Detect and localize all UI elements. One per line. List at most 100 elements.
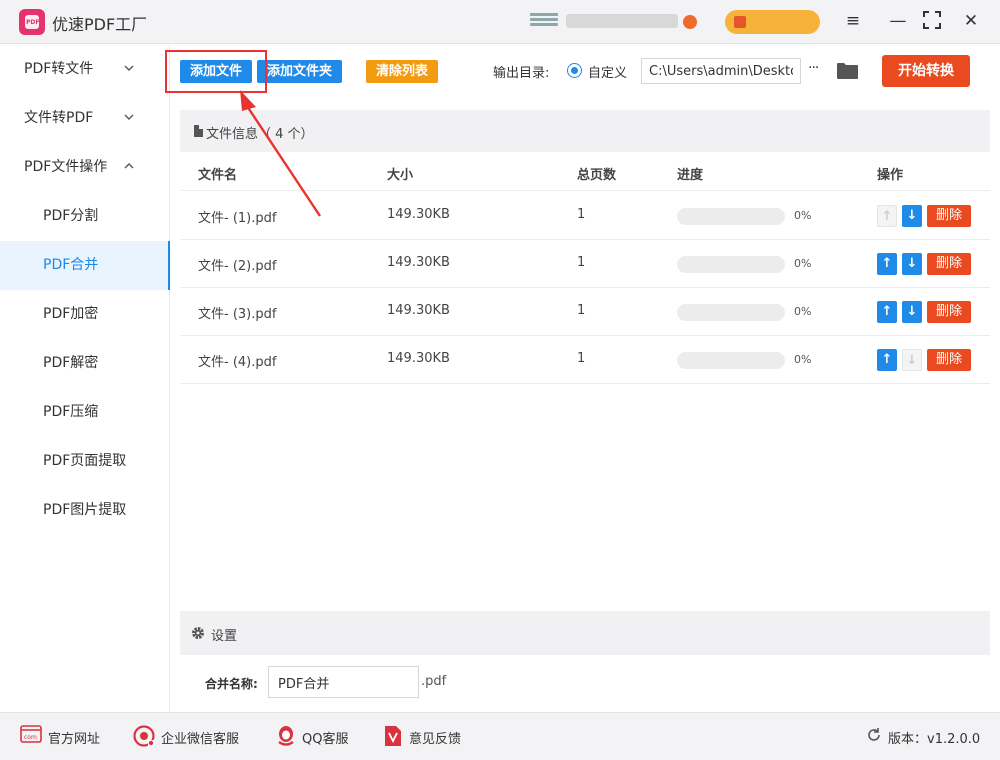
footer: com 官方网址 企业微信客服 QQ客服 意见反馈 版本：v1.2.0.0 bbox=[0, 712, 1000, 760]
website-icon: com bbox=[20, 725, 42, 747]
settings-header: 设置 bbox=[180, 611, 990, 655]
delete-button[interactable]: 删除 bbox=[927, 253, 971, 275]
file-name-cell: 文件- (2).pdf bbox=[198, 259, 277, 274]
merge-name-input[interactable] bbox=[268, 666, 419, 698]
sidebar-item-pdf-encrypt[interactable]: PDF加密 bbox=[0, 290, 169, 339]
sidebar-item-pdf-merge[interactable]: PDF合并 bbox=[0, 241, 170, 290]
clear-list-button[interactable]: 清除列表 bbox=[366, 60, 438, 83]
column-header: 进度 bbox=[677, 168, 704, 183]
move-down-button[interactable]: ↓ bbox=[902, 301, 922, 323]
custom-dir-radio-label[interactable]: 自定义 bbox=[588, 62, 627, 81]
file-size-cell: 149.30KB bbox=[387, 207, 450, 222]
column-header: 操作 bbox=[877, 168, 904, 183]
sidebar-item-pdf-page-extract[interactable]: PDF页面提取 bbox=[0, 437, 169, 486]
file-size-cell: 149.30KB bbox=[387, 351, 450, 366]
sidebar-item-pdf-split[interactable]: PDF分割 bbox=[0, 192, 169, 241]
sidebar-group-pdf-operations[interactable]: PDF文件操作 bbox=[0, 143, 169, 192]
sidebar-item-pdf-image-extract[interactable]: PDF图片提取 bbox=[0, 486, 169, 535]
refresh-icon[interactable] bbox=[866, 727, 882, 747]
svg-text:com: com bbox=[24, 734, 37, 741]
gear-icon bbox=[191, 626, 205, 640]
wechat-support-link[interactable]: 企业微信客服 bbox=[161, 728, 239, 747]
app-logo-icon: PDF bbox=[19, 9, 45, 35]
qq-support-link[interactable]: QQ客服 bbox=[302, 728, 348, 747]
move-down-button[interactable]: ↓ bbox=[902, 205, 922, 227]
file-size-cell: 149.30KB bbox=[387, 303, 450, 318]
close-icon[interactable]: ✕ bbox=[961, 11, 981, 31]
move-up-button[interactable]: ↑ bbox=[877, 205, 897, 227]
sidebar-item-pdf-compress[interactable]: PDF压缩 bbox=[0, 388, 169, 437]
add-folder-button[interactable]: 添加文件夹 bbox=[257, 60, 342, 83]
sidebar-item-label: PDF合并 bbox=[43, 257, 99, 273]
move-up-button[interactable]: ↑ bbox=[877, 301, 897, 323]
hamburger-icon[interactable]: ≡ bbox=[843, 11, 863, 31]
page-count-cell: 1 bbox=[577, 255, 586, 270]
vip-button[interactable] bbox=[725, 10, 820, 34]
custom-dir-radio[interactable] bbox=[567, 63, 582, 78]
table-row: 文件- (4).pdf 149.30KB 1 0% ↑ ↓ 删除 bbox=[180, 336, 990, 384]
page-count-cell: 1 bbox=[577, 351, 586, 366]
sidebar-group-pdf-to-file[interactable]: PDF转文件 bbox=[0, 45, 169, 94]
file-size-cell: 149.30KB bbox=[387, 255, 450, 270]
sidebar-item-label: PDF分割 bbox=[43, 208, 99, 224]
delete-button[interactable]: 删除 bbox=[927, 205, 971, 227]
feedback-link[interactable]: 意见反馈 bbox=[409, 728, 461, 747]
wechat-icon bbox=[133, 725, 155, 751]
more-options-icon[interactable]: ··· bbox=[808, 60, 819, 76]
progress-bar bbox=[677, 352, 785, 369]
feedback-icon bbox=[384, 725, 402, 751]
move-down-button[interactable]: ↓ bbox=[902, 349, 922, 371]
column-header: 总页数 bbox=[577, 168, 617, 183]
sidebar-group-label: PDF转文件 bbox=[24, 61, 94, 77]
user-avatar-icon[interactable] bbox=[530, 13, 558, 31]
settings-title: 设置 bbox=[211, 629, 238, 644]
chevron-down-icon bbox=[124, 94, 134, 143]
user-name[interactable] bbox=[566, 14, 678, 28]
output-dir-label: 输出目录: bbox=[493, 66, 550, 81]
fullscreen-icon[interactable] bbox=[922, 11, 942, 31]
sidebar-item-label: PDF压缩 bbox=[43, 404, 99, 420]
file-panel-header: 文件信息（ 4 个） bbox=[180, 110, 990, 152]
website-link[interactable]: 官方网址 bbox=[48, 728, 100, 747]
file-panel: 文件信息（ 4 个） 文件名 大小 总页数 进度 操作 文件- (1).pdf … bbox=[180, 110, 990, 610]
chevron-up-icon bbox=[124, 143, 134, 192]
progress-bar bbox=[677, 304, 785, 321]
file-name-cell: 文件- (1).pdf bbox=[198, 211, 277, 226]
sidebar-item-label: PDF解密 bbox=[43, 355, 99, 371]
sidebar-item-label: PDF图片提取 bbox=[43, 502, 127, 518]
sidebar-item-pdf-decrypt[interactable]: PDF解密 bbox=[0, 339, 169, 388]
vip-badge-icon bbox=[683, 15, 697, 29]
folder-icon[interactable] bbox=[837, 62, 858, 79]
sidebar-group-label: 文件转PDF bbox=[24, 110, 94, 126]
progress-percent: 0% bbox=[794, 353, 812, 366]
progress-percent: 0% bbox=[794, 305, 812, 318]
highlight-box bbox=[165, 50, 267, 93]
table-header: 文件名 大小 总页数 进度 操作 bbox=[180, 153, 990, 191]
version-label: 版本：v1.2.0.0 bbox=[888, 732, 981, 747]
merge-name-label: 合并名称: bbox=[205, 677, 258, 691]
page-count-cell: 1 bbox=[577, 207, 586, 222]
title-bar: PDF 优速PDF工厂 ≡ — ✕ bbox=[0, 0, 1000, 44]
minimize-icon[interactable]: — bbox=[888, 11, 908, 31]
file-name-cell: 文件- (4).pdf bbox=[198, 355, 277, 370]
column-header: 大小 bbox=[387, 168, 414, 183]
delete-button[interactable]: 删除 bbox=[927, 301, 971, 323]
output-path-input[interactable] bbox=[641, 58, 801, 84]
table-row: 文件- (3).pdf 149.30KB 1 0% ↑ ↓ 删除 bbox=[180, 288, 990, 336]
table-row: 文件- (1).pdf 149.30KB 1 0% ↑ ↓ 删除 bbox=[180, 192, 990, 240]
sidebar-item-label: PDF加密 bbox=[43, 306, 99, 322]
progress-percent: 0% bbox=[794, 209, 812, 222]
chevron-down-icon bbox=[124, 45, 134, 94]
sidebar: PDF转文件 文件转PDF PDF文件操作 PDF分割 PDF合并 PDF加密 … bbox=[0, 45, 170, 712]
delete-button[interactable]: 删除 bbox=[927, 349, 971, 371]
start-convert-button[interactable]: 开始转换 bbox=[882, 55, 970, 87]
column-header: 文件名 bbox=[198, 168, 238, 183]
table-row: 文件- (2).pdf 149.30KB 1 0% ↑ ↓ 删除 bbox=[180, 240, 990, 288]
move-down-button[interactable]: ↓ bbox=[902, 253, 922, 275]
move-up-button[interactable]: ↑ bbox=[877, 349, 897, 371]
sidebar-group-file-to-pdf[interactable]: 文件转PDF bbox=[0, 94, 169, 143]
qq-icon bbox=[275, 725, 297, 751]
file-panel-title: 文件信息（ 4 个） bbox=[206, 127, 314, 142]
progress-bar bbox=[677, 208, 785, 225]
move-up-button[interactable]: ↑ bbox=[877, 253, 897, 275]
